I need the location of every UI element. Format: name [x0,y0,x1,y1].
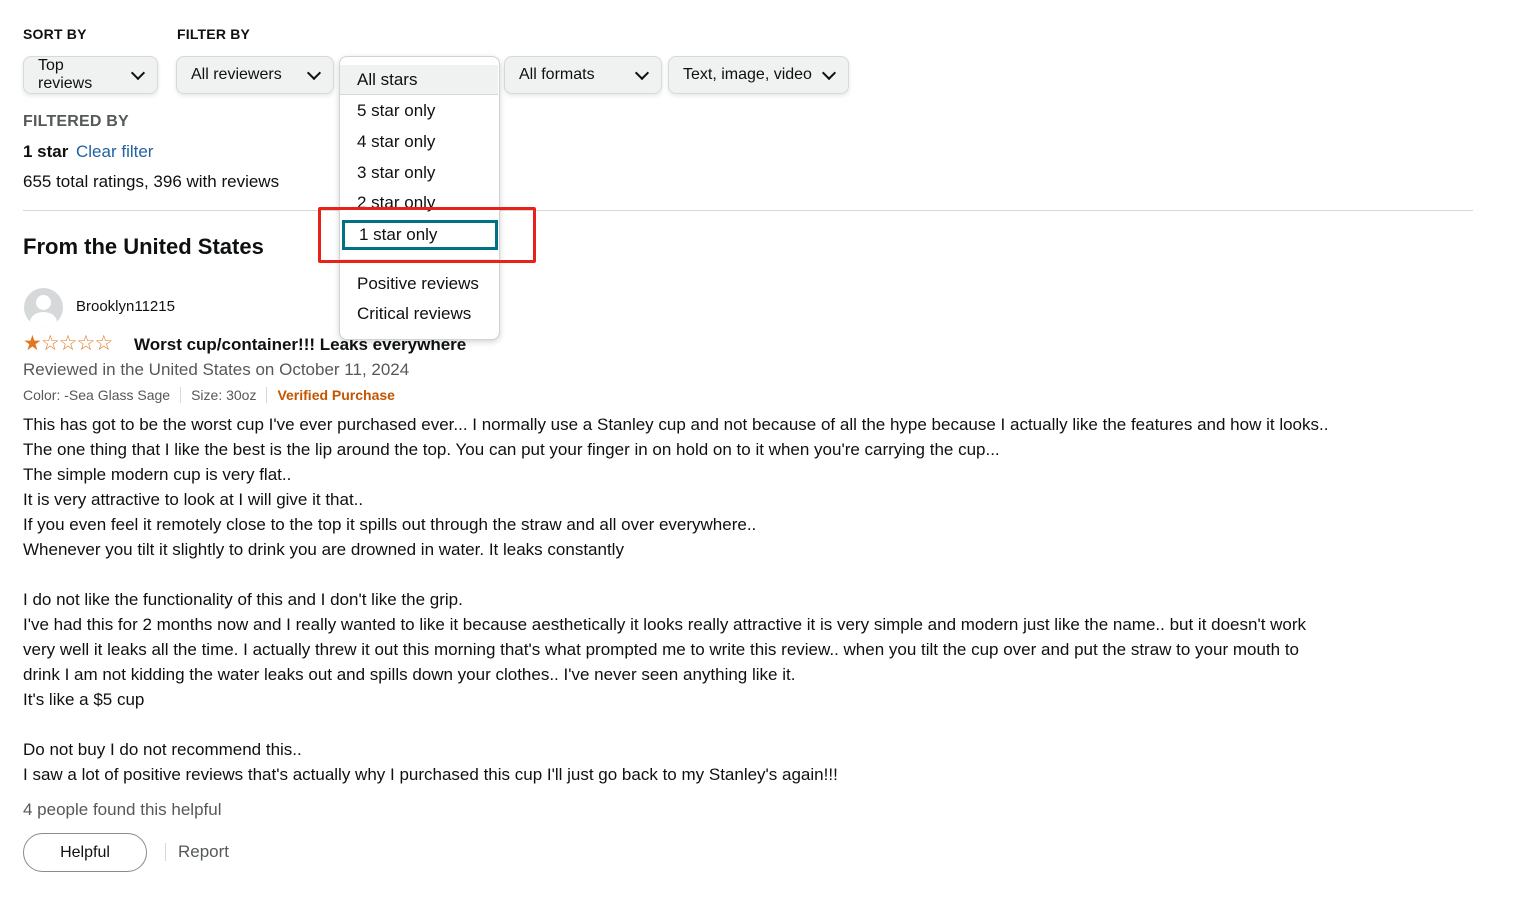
review-line: It is very attractive to look at I will … [23,490,364,509]
avatar [24,288,63,327]
formats-select-value: All formats [519,66,595,83]
review-line: If you even feel it remotely close to th… [23,515,757,534]
chevron-down-icon [131,65,146,81]
review-line [23,562,1443,587]
review-line: This has got to be the worst cup I've ev… [23,415,1329,434]
review-line: It's like a $5 cup [23,690,145,709]
star-filter-dropdown[interactable]: All stars 5 star only 4 star only 3 star… [339,56,500,340]
review-line [23,712,1443,737]
helpful-button[interactable]: Helpful [23,833,147,872]
review-line: Whenever you tilt it slightly to drink y… [23,540,624,559]
review-meta: Color: -Sea Glass Sage Size: 30oz Verifi… [23,387,395,403]
review-line: Do not buy I do not recommend this.. [23,740,302,759]
reviewers-select-value: All reviewers [191,66,282,83]
filtered-by-label: FILTERED BY [23,113,129,130]
product-size[interactable]: Size: 30oz [191,387,256,403]
review-line: very well it leaks all the time. I actua… [23,640,1299,659]
star-filled-icon: ★ [23,332,42,355]
report-link[interactable]: Report [178,842,229,862]
review-line: I do not like the functionality of this … [23,590,463,609]
filter-value: 1 star [23,142,69,161]
sort-select-value: Top reviews [38,57,93,92]
star-option-5[interactable]: 5 star only [340,96,499,126]
chevron-down-icon [306,65,322,81]
formats-select[interactable]: All formats [504,56,662,94]
star-empty-icon: ☆ [58,332,78,355]
chevron-down-icon [821,65,837,81]
reviewers-select[interactable]: All reviewers [176,56,334,94]
review-line: The simple modern cup is very flat.. [23,465,292,484]
star-empty-icon: ☆ [40,332,60,355]
review-line: drink I am not kidding the water leaks o… [23,665,796,684]
verified-badge: Verified Purchase [277,387,395,403]
star-option-4[interactable]: 4 star only [340,127,499,157]
section-title: From the United States [23,234,264,259]
star-rating: ★☆☆☆☆ [23,332,113,355]
option-positive-reviews[interactable]: Positive reviews [340,269,499,299]
media-select[interactable]: Text, image, video [668,56,849,94]
clear-filter-link[interactable]: Clear filter [76,142,153,162]
review-date: Reviewed in the United States on October… [23,360,410,379]
highlight-annotation [318,207,536,263]
option-critical-reviews[interactable]: Critical reviews [340,299,499,329]
reviewer-name[interactable]: Brooklyn11215 [76,298,175,315]
star-empty-icon: ☆ [94,332,113,355]
sort-by-label: SORT BY [23,26,87,42]
reviews-page: SORT BY FILTER BY Top reviews All review… [0,0,1516,900]
divider [165,843,166,861]
review-line: The one thing that I like the best is th… [23,440,1000,459]
filter-by-label: FILTER BY [177,26,251,42]
star-empty-icon: ☆ [76,332,95,355]
ratings-total: 655 total ratings, 396 with reviews [23,172,280,191]
star-option-all[interactable]: All stars [340,65,498,95]
sort-select[interactable]: Top reviews [23,56,158,94]
helpful-count: 4 people found this helpful [23,800,222,819]
star-option-3[interactable]: 3 star only [340,158,499,188]
product-color[interactable]: Color: -Sea Glass Sage [23,387,170,403]
review-line: I've had this for 2 months now and I rea… [23,615,1307,634]
review-body: This has got to be the worst cup I've ev… [23,412,1443,787]
divider [23,210,1473,211]
chevron-down-icon [634,65,650,81]
review-line: I saw a lot of positive reviews that's a… [23,765,838,784]
media-select-value: Text, image, video [683,66,812,83]
